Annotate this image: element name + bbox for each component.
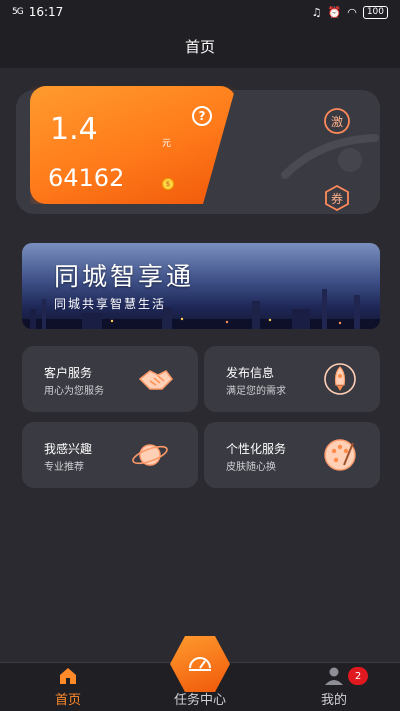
balance-value: 1.4 — [50, 112, 98, 147]
page-header: 首页 — [0, 24, 400, 68]
tile-subtitle: 专业推荐 — [44, 462, 84, 473]
wifi-icon: ◠ — [347, 5, 357, 19]
tile-subtitle: 满足您的需求 — [226, 386, 286, 397]
banner-subtitle: 同城共享智慧生活 — [54, 297, 167, 311]
nav-mine-label: 我的 — [320, 693, 347, 708]
tile-customer-service[interactable]: 客户服务 用心为您服务 — [22, 346, 198, 412]
points-value: 64162 — [48, 164, 125, 192]
status-time: 16:17 — [28, 5, 64, 19]
tile-interested[interactable]: 我感兴趣 专业推荐 — [22, 422, 198, 488]
alarm-icon: ⏰ — [327, 5, 342, 19]
tile-title: 发布信息 — [226, 366, 275, 380]
planet-icon — [132, 444, 168, 466]
nav-home-label: 首页 — [54, 693, 81, 708]
rocket-icon — [324, 363, 356, 395]
palette-icon — [324, 439, 356, 471]
signal-indicator: 5G — [12, 7, 24, 17]
handshake-icon — [138, 370, 173, 390]
notification-badge: 2 — [348, 667, 368, 685]
headphones-icon: ♫ — [311, 5, 322, 19]
user-icon — [325, 667, 343, 685]
tile-title: 个性化服务 — [226, 442, 287, 456]
banner-title: 同城智享通 — [54, 262, 195, 291]
svg-text:激: 激 — [331, 115, 343, 129]
svg-text:券: 券 — [331, 191, 343, 206]
tile-personalization[interactable]: 个性化服务 皮肤随心换 — [204, 422, 380, 488]
status-bar: 5G 16:17 ♫ ⏰ ◠ 100 — [0, 0, 400, 24]
nav-mine[interactable]: 我的 — [284, 663, 384, 711]
tile-subtitle: 皮肤随心换 — [226, 462, 276, 473]
invite-icon[interactable]: 激 — [322, 106, 352, 136]
coupon-icon[interactable]: 券 — [322, 183, 352, 213]
page-title: 首页 — [184, 37, 215, 56]
tile-subtitle: 用心为您服务 — [44, 386, 104, 397]
tile-title: 我感兴趣 — [44, 442, 93, 456]
tile-publish-info[interactable]: 发布信息 满足您的需求 — [204, 346, 380, 412]
nav-home[interactable]: 首页 — [18, 663, 118, 711]
tile-title: 客户服务 — [44, 366, 93, 380]
wave-decoration — [281, 134, 379, 179]
task-gauge-icon — [189, 657, 211, 671]
balance-unit: 元 — [162, 139, 172, 149]
home-icon — [60, 668, 76, 684]
promo-banner[interactable]: 同城智享通 同城共享智慧生活 — [22, 243, 380, 329]
battery-indicator: 100 — [362, 5, 388, 19]
coin-icon: $ — [162, 178, 174, 190]
help-icon[interactable]: ? — [192, 106, 212, 126]
